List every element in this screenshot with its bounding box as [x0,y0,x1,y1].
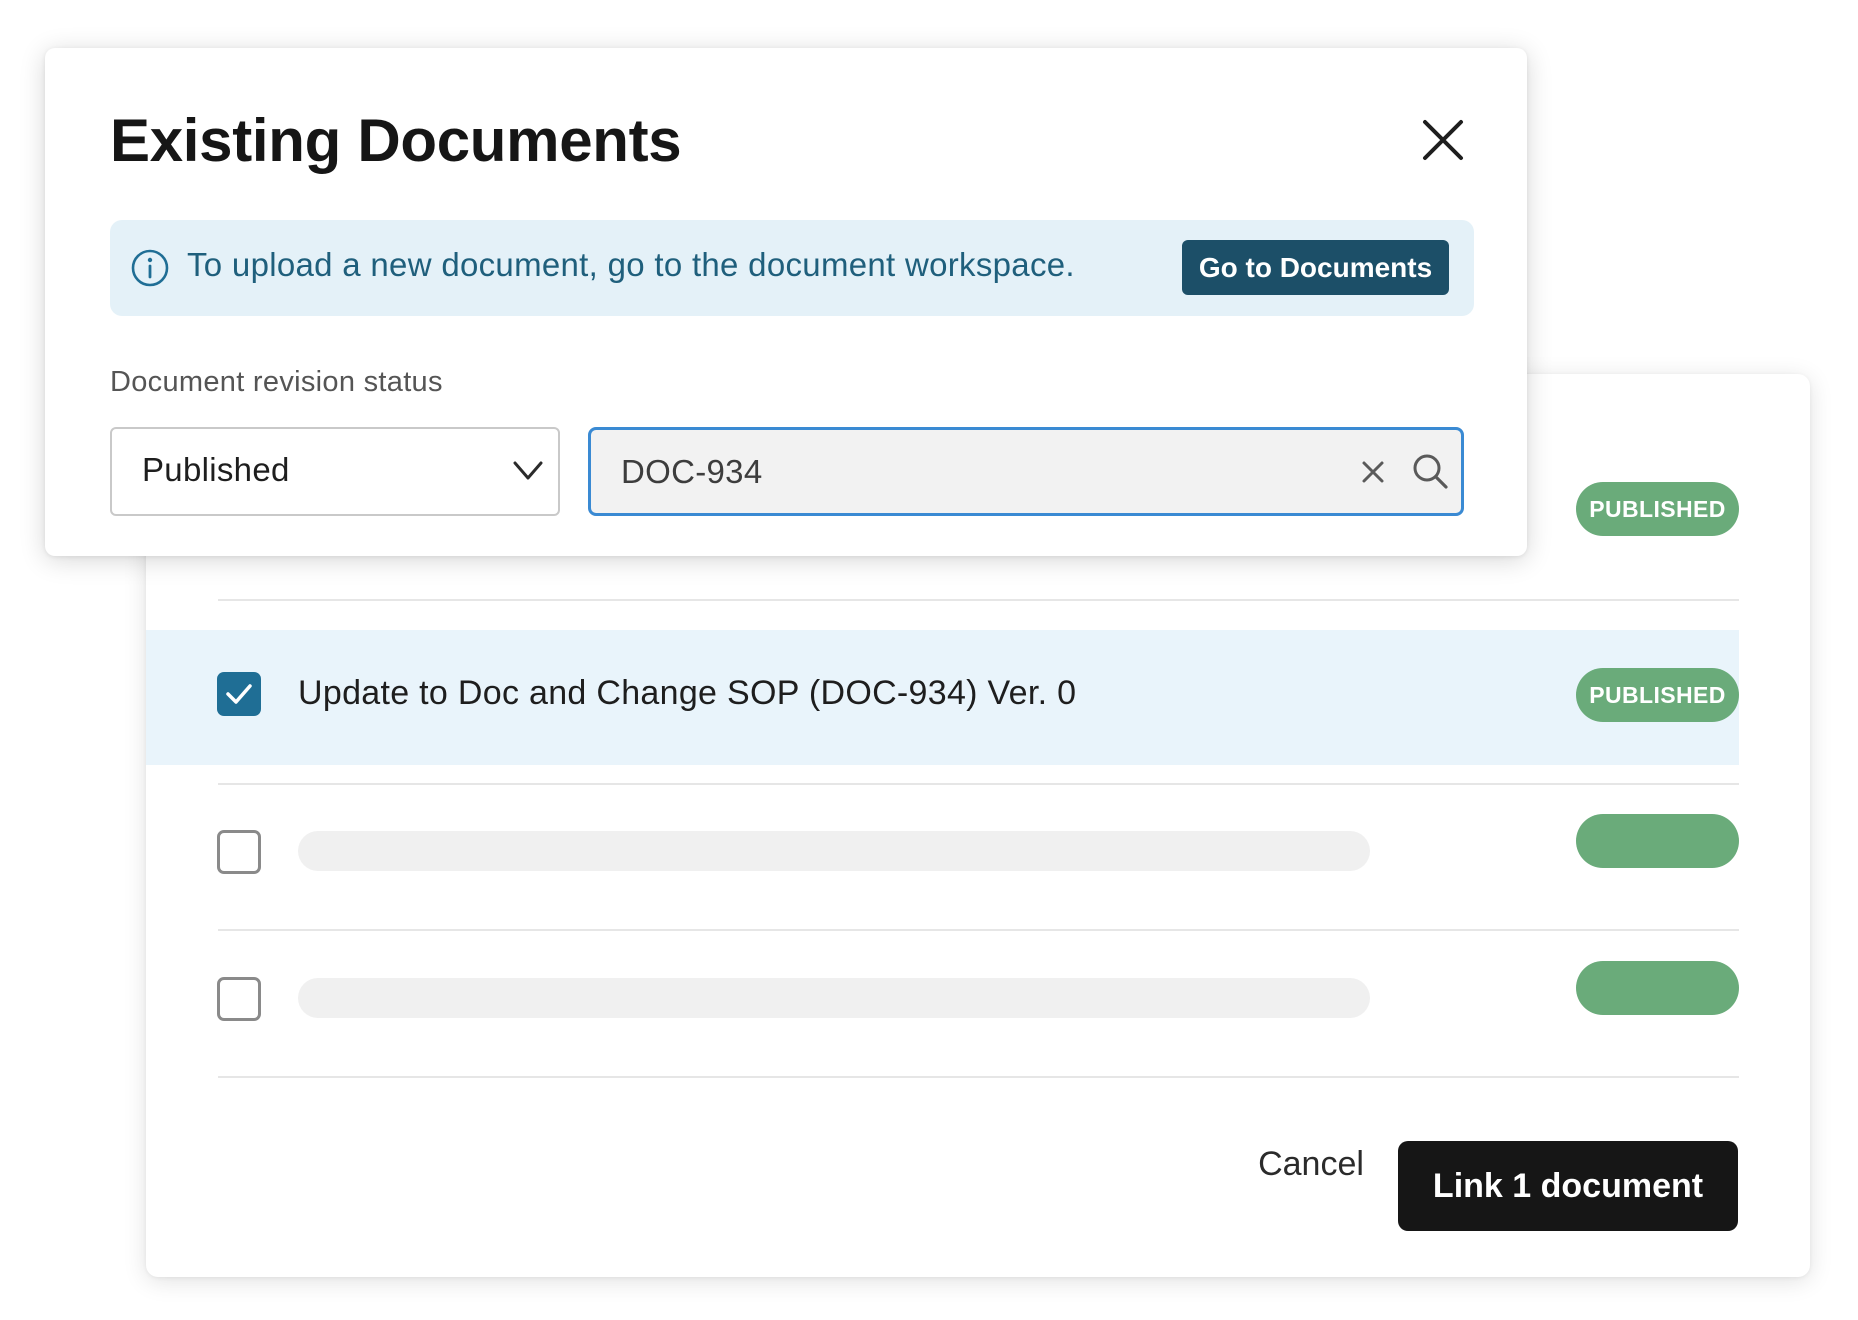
close-icon[interactable] [1415,112,1471,168]
clear-icon[interactable] [1359,458,1387,486]
search-box[interactable] [588,427,1464,516]
info-icon [131,249,169,287]
existing-documents-modal: Existing Documents To upload a new docum… [45,48,1527,556]
modal-title: Existing Documents [110,107,682,174]
info-banner: To upload a new document, go to the docu… [110,220,1474,316]
status-badge: PUBLISHED [1576,668,1739,722]
search-input[interactable] [621,446,1321,498]
row-checkbox-checked[interactable] [217,672,261,716]
status-badge-placeholder [1576,814,1739,868]
cancel-button[interactable]: Cancel [1236,1134,1386,1194]
checkmark-icon [226,684,252,704]
loading-placeholder-bar [298,831,1370,871]
list-item-selected[interactable]: Update to Doc and Change SOP (DOC-934) V… [146,630,1739,765]
document-title: Update to Doc and Change SOP (DOC-934) V… [298,674,1077,712]
row-divider [218,783,1739,785]
revision-status-select[interactable]: Published [110,427,560,516]
row-checkbox[interactable] [217,830,261,874]
revision-status-value: Published [142,451,290,488]
info-banner-text: To upload a new document, go to the docu… [187,246,1075,283]
loading-placeholder-bar [298,978,1370,1018]
row-divider [218,599,1739,601]
search-icon[interactable] [1411,452,1449,490]
status-badge-placeholder [1576,961,1739,1015]
row-divider [218,1076,1739,1078]
chevron-down-icon [513,461,543,480]
go-to-documents-button[interactable]: Go to Documents [1182,240,1449,295]
close-button[interactable] [1415,112,1471,168]
row-checkbox[interactable] [217,977,261,1021]
link-documents-button[interactable]: Link 1 document [1398,1141,1738,1231]
row-divider [218,929,1739,931]
revision-status-label: Document revision status [110,366,443,398]
status-badge: PUBLISHED [1576,482,1739,536]
